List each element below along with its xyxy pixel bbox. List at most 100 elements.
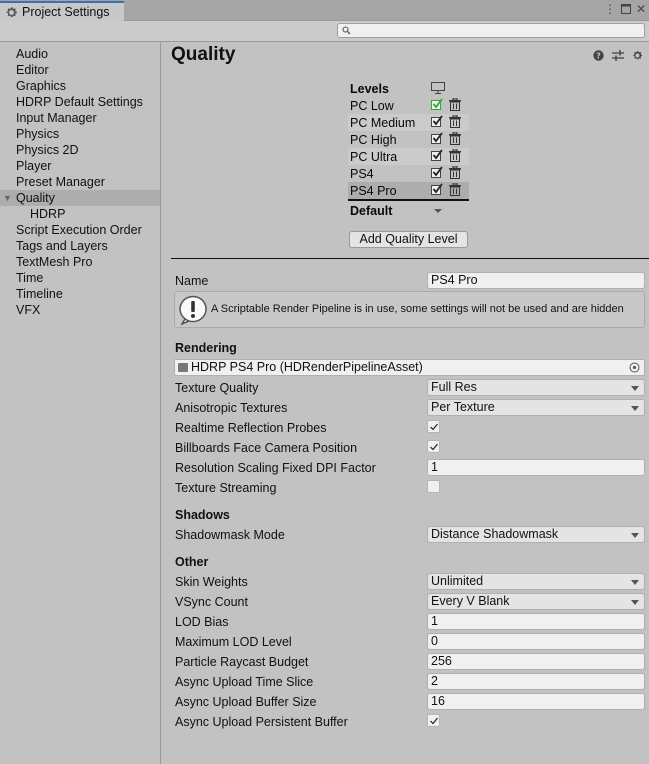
level-name: PC Medium <box>350 115 416 130</box>
help-message: A Scriptable Render Pipeline is in use, … <box>211 303 624 315</box>
level-enabled-checkbox[interactable] <box>431 183 443 195</box>
name-field[interactable]: PS4 Pro <box>427 272 645 289</box>
skin-weights-row: Skin Weights Unlimited <box>175 573 645 591</box>
sidebar-item-vfx[interactable]: VFX <box>0 302 160 318</box>
raycast-budget-row: Particle Raycast Budget 256 <box>175 653 645 671</box>
persistent-buffer-label: Async Upload Persistent Buffer <box>175 715 348 729</box>
skin-weights-label: Skin Weights <box>175 575 248 589</box>
shadows-heading: Shadows <box>175 508 230 522</box>
trash-icon[interactable] <box>449 132 461 145</box>
level-row-ps4-pro[interactable]: PS4 Pro <box>348 182 469 199</box>
presets-icon[interactable] <box>612 50 624 61</box>
pipeline-asset-name: HDRP PS4 Pro (HDRenderPipelineAsset) <box>191 360 423 374</box>
trash-icon[interactable] <box>449 115 461 128</box>
level-name: PC Low <box>350 98 394 113</box>
toolbar <box>0 21 649 42</box>
max-lod-label: Maximum LOD Level <box>175 635 292 649</box>
time-slice-label: Async Upload Time Slice <box>175 675 314 689</box>
buffer-size-label: Async Upload Buffer Size <box>175 695 317 709</box>
render-pipeline-asset-field[interactable]: HDRP PS4 Pro (HDRenderPipelineAsset) <box>174 359 645 376</box>
sidebar-item-label: Quality <box>16 191 55 205</box>
menu-icon[interactable]: ⋮ <box>604 3 616 15</box>
window-tab[interactable]: Project Settings <box>0 1 124 21</box>
vsync-dropdown[interactable]: Every V Blank <box>427 593 645 610</box>
sidebar-item-graphics[interactable]: Graphics <box>0 78 160 94</box>
persistent-buffer-checkbox[interactable] <box>427 714 440 727</box>
level-enabled-checkbox[interactable] <box>431 166 443 178</box>
dropdown-value: Full Res <box>431 380 477 394</box>
default-dropdown-icon[interactable] <box>434 209 442 213</box>
object-picker-icon[interactable] <box>629 362 640 373</box>
texture-streaming-label: Texture Streaming <box>175 481 277 495</box>
sidebar-item-hdrp[interactable]: HDRP <box>0 206 160 222</box>
level-enabled-checkbox[interactable] <box>431 98 443 110</box>
help-icon[interactable]: ? <box>593 50 604 61</box>
dropdown-value: Unlimited <box>431 574 484 588</box>
maximize-icon[interactable] <box>620 4 631 14</box>
checkmark-icon <box>430 443 438 451</box>
raycast-budget-label: Particle Raycast Budget <box>175 655 309 669</box>
level-row-pc-ultra[interactable]: PC Ultra <box>348 148 469 165</box>
sidebar-item-audio[interactable]: Audio <box>0 46 160 62</box>
lod-bias-field[interactable]: 1 <box>427 613 645 630</box>
anisotropic-label: Anisotropic Textures <box>175 401 288 415</box>
raycast-budget-field[interactable]: 256 <box>427 653 645 670</box>
shadowmask-dropdown[interactable]: Distance Shadowmask <box>427 526 645 543</box>
level-enabled-checkbox[interactable] <box>431 115 443 127</box>
texture-quality-row: Texture Quality Full Res <box>175 379 645 397</box>
search-input[interactable] <box>337 23 645 38</box>
trash-icon[interactable] <box>449 98 461 111</box>
sidebar-item-tags-and-layers[interactable]: Tags and Layers <box>0 238 160 254</box>
max-lod-field[interactable]: 0 <box>427 633 645 650</box>
level-enabled-checkbox[interactable] <box>431 132 443 144</box>
sidebar-item-script-execution-order[interactable]: Script Execution Order <box>0 222 160 238</box>
texture-quality-dropdown[interactable]: Full Res <box>427 379 645 396</box>
close-icon[interactable]: ✕ <box>636 3 646 15</box>
shadowmask-row: Shadowmask Mode Distance Shadowmask <box>175 526 645 544</box>
expand-arrow-icon[interactable]: ▼ <box>3 190 12 206</box>
sidebar-item-time[interactable]: Time <box>0 270 160 286</box>
anisotropic-dropdown[interactable]: Per Texture <box>427 399 645 416</box>
rendering-heading: Rendering <box>175 341 237 355</box>
sidebar-item-hdrp-default-settings[interactable]: HDRP Default Settings <box>0 94 160 110</box>
default-row: Default <box>348 201 469 221</box>
sidebar-item-input-manager[interactable]: Input Manager <box>0 110 160 126</box>
warning-bubble-icon <box>179 295 207 325</box>
buffer-size-row: Async Upload Buffer Size 16 <box>175 693 645 711</box>
realtime-reflection-checkbox[interactable] <box>427 420 440 433</box>
dpi-factor-field[interactable]: 1 <box>427 459 645 476</box>
skin-weights-dropdown[interactable]: Unlimited <box>427 573 645 590</box>
sidebar-item-textmesh-pro[interactable]: TextMesh Pro <box>0 254 160 270</box>
texture-streaming-checkbox[interactable] <box>427 480 440 493</box>
add-quality-level-button[interactable]: Add Quality Level <box>349 231 468 248</box>
default-label: Default <box>350 204 393 218</box>
time-slice-field[interactable]: 2 <box>427 673 645 690</box>
trash-icon[interactable] <box>449 183 461 196</box>
other-heading: Other <box>175 555 209 569</box>
chevron-down-icon <box>631 406 639 411</box>
level-row-ps4[interactable]: PS4 <box>348 165 469 182</box>
sidebar-item-physics[interactable]: Physics <box>0 126 160 142</box>
texture-streaming-row: Texture Streaming <box>175 479 645 497</box>
level-row-pc-medium[interactable]: PC Medium <box>348 114 469 131</box>
gear-icon <box>6 6 17 17</box>
chevron-down-icon <box>631 533 639 538</box>
settings-icon[interactable] <box>632 50 643 61</box>
trash-icon[interactable] <box>449 166 461 179</box>
sidebar-item-physics-2d[interactable]: Physics 2D <box>0 142 160 158</box>
page-title: Quality <box>171 44 236 65</box>
sidebar-item-timeline[interactable]: Timeline <box>0 286 160 302</box>
sidebar-item-player[interactable]: Player <box>0 158 160 174</box>
billboards-checkbox[interactable] <box>427 440 440 453</box>
dropdown-value: Distance Shadowmask <box>431 527 559 541</box>
settings-sidebar: Audio Editor Graphics HDRP Default Setti… <box>0 42 161 764</box>
title-bar: Project Settings ⋮ ✕ <box>0 0 649 21</box>
trash-icon[interactable] <box>449 149 461 162</box>
level-row-pc-low[interactable]: PC Low <box>348 97 469 114</box>
sidebar-item-editor[interactable]: Editor <box>0 62 160 78</box>
sidebar-item-quality[interactable]: ▼ Quality <box>0 190 160 206</box>
buffer-size-field[interactable]: 16 <box>427 693 645 710</box>
sidebar-item-preset-manager[interactable]: Preset Manager <box>0 174 160 190</box>
level-row-pc-high[interactable]: PC High <box>348 131 469 148</box>
level-enabled-checkbox[interactable] <box>431 149 443 161</box>
